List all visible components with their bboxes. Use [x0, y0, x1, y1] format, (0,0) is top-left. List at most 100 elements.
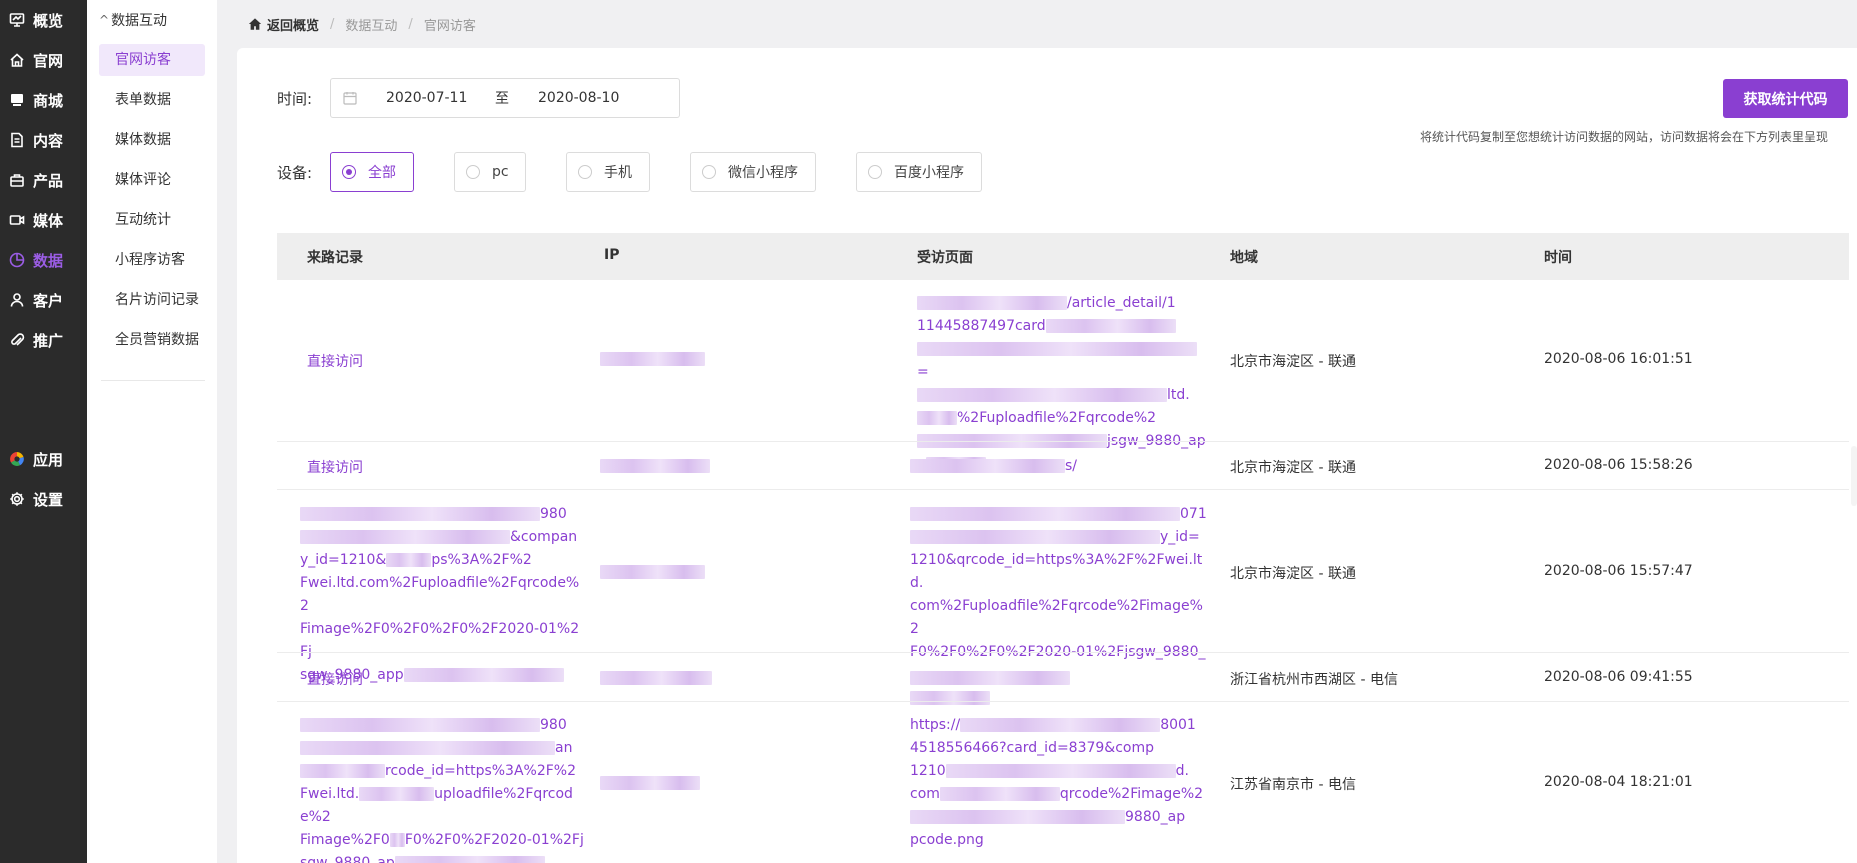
document-icon: [9, 132, 25, 148]
radio-label: 百度小程序: [894, 165, 964, 181]
date-range-picker[interactable]: 2020-07-11 至 2020-08-10: [330, 78, 680, 118]
source-link[interactable]: 直接访问: [307, 669, 363, 689]
page-fragment: %2Fuploadfile%2Fqrcode%2: [957, 410, 1157, 426]
device-radio-mobile[interactable]: 手机: [566, 152, 650, 192]
redacted-text: [910, 507, 1180, 521]
breadcrumb-separator: /: [408, 16, 413, 32]
source-fragment: 980: [540, 506, 567, 522]
redacted-text: [300, 764, 385, 778]
source-fragment: 980: [540, 717, 567, 733]
nav-item-promotion[interactable]: 推广: [0, 320, 87, 360]
breadcrumb-home[interactable]: 返回概览: [248, 15, 319, 34]
dashboard-icon: [9, 12, 25, 28]
subnav-divider: [101, 380, 205, 381]
nav-item-overview[interactable]: 概览: [0, 0, 87, 40]
source-fragment: an: [555, 740, 573, 756]
user-icon: [9, 292, 25, 308]
page-fragment: com%2Fuploadfile%2Fqrcode%2Fimage%2: [910, 598, 1203, 637]
page-fragment: /article_detail/1: [1067, 295, 1176, 311]
page-fragment: 8001: [1160, 717, 1196, 733]
redacted-text: [403, 668, 564, 682]
breadcrumb-home-label: 返回概览: [267, 18, 320, 34]
nav-label: 概览: [33, 11, 64, 30]
time-cell: 2020-08-06 16:01:51: [1544, 351, 1693, 367]
time-cell: 2020-08-06 09:41:55: [1544, 669, 1693, 685]
subnav-header[interactable]: ^ 数据互动: [99, 10, 167, 30]
source-link[interactable]: 980 &compan y_id=1210& ps%3A%2F%2 Fwei.lt…: [300, 503, 585, 687]
redacted-text: [910, 671, 1070, 685]
nav-label: 内容: [33, 131, 64, 150]
subnav-item-miniprogram-visitors[interactable]: 小程序访客: [99, 244, 205, 276]
nav-label: 推广: [33, 331, 64, 350]
radio-label: 全部: [368, 165, 396, 181]
nav-label: 商城: [33, 91, 64, 110]
page-fragment: 4518556466?card_id=8379&comp: [910, 740, 1155, 756]
source-fragment: &compan: [510, 529, 578, 545]
nav-item-apps[interactable]: 应用: [0, 439, 87, 479]
radio-dot: [578, 165, 592, 179]
device-radio-baidu-miniprogram[interactable]: 百度小程序: [856, 152, 982, 192]
home-icon: [248, 18, 262, 30]
source-fragment: Fwei.ltd.com%2Fuploadfile%2Fqrcode%2: [300, 575, 580, 614]
page-fragment: 1210&qrcode_id=https%3A%2F%2Fwei.ltd.: [910, 552, 1203, 591]
source-link[interactable]: 直接访问: [307, 351, 363, 371]
page-fragment: ltd.: [1167, 387, 1190, 403]
table-header: 来路记录 IP 受访页面 地域 时间: [277, 233, 1849, 280]
redacted-text: [300, 718, 540, 732]
visited-page-link[interactable]: /article_detail/1 11445887497card = ltd.…: [917, 292, 1207, 476]
nav-item-data[interactable]: 数据: [0, 240, 87, 280]
visited-page-link[interactable]: [910, 667, 1200, 690]
redacted-text: [960, 718, 1161, 732]
shop-icon: [9, 92, 25, 108]
subnav-item-media-data[interactable]: 媒体数据: [99, 124, 205, 156]
visited-page-link[interactable]: https:// 8001 4518556466?card_id=8379&com…: [910, 714, 1210, 852]
source-fragment: sgw_9880_ap: [300, 855, 395, 863]
redacted-text: [945, 764, 1176, 778]
calendar-icon: [343, 92, 357, 105]
scrollbar-handle[interactable]: [1851, 446, 1857, 506]
nav-item-website[interactable]: 官网: [0, 40, 87, 80]
column-header-region: 地域: [1230, 250, 1258, 266]
get-tracking-code-button[interactable]: 获取统计代码: [1723, 79, 1848, 118]
ip-redacted: [600, 459, 710, 473]
redacted-text: [1045, 319, 1176, 333]
page-fragment: d.: [1175, 763, 1189, 779]
subnav-item-interaction-stats[interactable]: 互动统计: [99, 204, 205, 236]
redacted-text: [917, 411, 957, 425]
page-fragment: qrcode%2Fimage%2: [1059, 786, 1204, 802]
radio-dot: [868, 165, 882, 179]
visited-page-link[interactable]: s/: [910, 455, 1200, 478]
subnav-item-form-data[interactable]: 表单数据: [99, 84, 205, 116]
nav-item-customer[interactable]: 客户: [0, 280, 87, 320]
redacted-text: [910, 691, 990, 705]
source-fragment: Fwei.ltd.: [300, 786, 360, 802]
page-fragment: y_id=: [1160, 529, 1200, 545]
device-radio-pc[interactable]: pc: [454, 152, 526, 192]
redacted-text: [917, 388, 1167, 402]
date-start[interactable]: 2020-07-11: [386, 90, 467, 106]
subnav-item-staff-marketing[interactable]: 全员营销数据: [99, 324, 205, 356]
time-cell: 2020-08-04 18:21:01: [1544, 774, 1693, 790]
device-radio-all[interactable]: 全部: [330, 152, 414, 192]
source-fragment: rcode_id=https%3A%2F%2: [385, 763, 577, 779]
device-radio-wechat-miniprogram[interactable]: 微信小程序: [690, 152, 816, 192]
date-end[interactable]: 2020-08-10: [538, 90, 619, 106]
nav-item-content[interactable]: 内容: [0, 120, 87, 160]
paperclip-icon: [9, 332, 25, 348]
subnav-item-site-visitors[interactable]: 官网访客: [99, 44, 205, 76]
nav-item-product[interactable]: 产品: [0, 160, 87, 200]
source-link[interactable]: 直接访问: [307, 457, 363, 477]
nav-item-settings[interactable]: 设置: [0, 479, 87, 519]
nav-label: 数据: [33, 251, 64, 270]
breadcrumb-level1[interactable]: 数据互动: [345, 15, 397, 34]
region-cell: 北京市海淀区 - 联通: [1230, 566, 1356, 582]
row-divider: [277, 489, 1849, 490]
subnav-item-card-visit-records[interactable]: 名片访问记录: [99, 284, 205, 316]
source-link[interactable]: 980 an rcode_id=https%3A%2F%2 Fwei.ltd. u…: [300, 714, 585, 863]
nav-item-media[interactable]: 媒体: [0, 200, 87, 240]
tracking-code-hint: 将统计代码复制至您想统计访问数据的网站，访问数据将会在下方列表里呈现: [1420, 130, 1829, 144]
source-fragment: ps%3A%2F%2: [431, 552, 532, 568]
nav-item-shop[interactable]: 商城: [0, 80, 87, 120]
subnav-item-media-comments[interactable]: 媒体评论: [99, 164, 205, 196]
redacted-text: [917, 296, 1067, 310]
